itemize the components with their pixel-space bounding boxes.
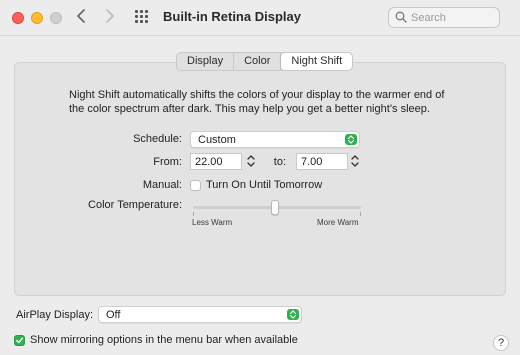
forward-icon[interactable] <box>105 8 115 29</box>
show-all-grid-icon[interactable] <box>135 10 149 24</box>
airplay-display-label: AirPlay Display: <box>16 309 94 321</box>
zoom-button[interactable] <box>50 12 62 24</box>
turn-on-until-tomorrow-label[interactable]: Turn On Until Tomorrow <box>206 179 322 191</box>
close-button[interactable] <box>12 12 24 24</box>
to-stepper-icon[interactable] <box>350 153 360 169</box>
turn-on-until-tomorrow-checkbox[interactable] <box>190 180 201 191</box>
tab-night-shift[interactable]: Night Shift <box>281 53 353 70</box>
airplay-display-select[interactable]: Off <box>98 306 302 323</box>
manual-label: Manual: <box>142 179 182 191</box>
from-time-value: 22.00 <box>195 156 223 168</box>
from-stepper-icon[interactable] <box>246 153 256 169</box>
popup-chevron-icon <box>345 134 357 145</box>
show-mirroring-checkbox[interactable] <box>14 335 25 346</box>
slider-tick <box>193 212 194 216</box>
window-title: Built-in Retina Display <box>163 9 301 24</box>
minimize-button[interactable] <box>31 12 43 24</box>
popup-chevron-icon <box>287 309 299 320</box>
back-icon[interactable] <box>76 8 86 29</box>
show-mirroring-label[interactable]: Show mirroring options in the menu bar w… <box>30 334 298 346</box>
airplay-display-value: Off <box>106 309 121 321</box>
tab-bar: Display Color Night Shift <box>176 52 354 71</box>
search-field[interactable] <box>388 7 500 28</box>
from-label: From: <box>153 156 182 168</box>
title-bar: Built-in Retina Display <box>0 0 520 36</box>
color-temperature-thumb[interactable] <box>271 200 279 215</box>
schedule-value: Custom <box>198 134 236 146</box>
to-time-field[interactable]: 7.00 <box>296 153 348 170</box>
search-input[interactable] <box>411 9 497 26</box>
tab-display[interactable]: Display <box>177 53 235 70</box>
night-shift-description: Night Shift automatically shifts the col… <box>69 89 445 115</box>
less-warm-label: Less Warm <box>192 218 233 227</box>
checkmark-icon <box>16 337 24 344</box>
tab-color[interactable]: Color <box>234 53 282 70</box>
slider-tick <box>360 212 361 216</box>
to-label: to: <box>273 156 286 168</box>
color-temperature-label: Color Temperature: <box>88 199 182 211</box>
search-icon <box>395 11 407 23</box>
schedule-label: Schedule: <box>133 133 182 145</box>
from-time-field[interactable]: 22.00 <box>190 153 242 170</box>
to-time-value: 7.00 <box>301 156 323 168</box>
more-warm-label: More Warm <box>317 218 359 227</box>
help-button[interactable]: ? <box>493 335 509 351</box>
schedule-select[interactable]: Custom <box>190 131 360 148</box>
